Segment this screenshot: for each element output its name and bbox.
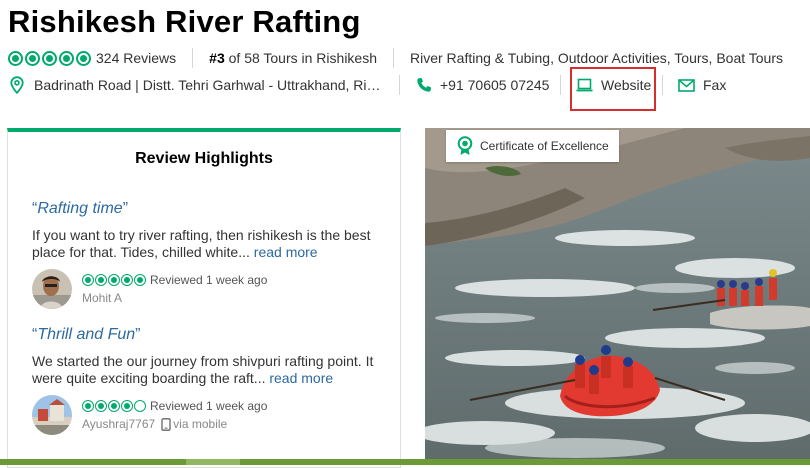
close-quote: ” [135, 326, 141, 343]
review-snippet: If you want to try river rafting, then r… [32, 227, 382, 261]
map-pin-icon [10, 76, 24, 94]
via-mobile-label: via mobile [173, 417, 228, 431]
bottom-bar [0, 459, 810, 465]
review-item: “Thrill and Fun” We started the our jour… [32, 326, 382, 435]
review-title: Thrill and Fun [37, 326, 136, 343]
fax-item[interactable]: Fax [678, 73, 726, 97]
ranking[interactable]: #3 of 58 Tours in Rishikesh [209, 50, 377, 66]
review-rating-line: Reviewed 1 week ago [82, 273, 267, 287]
review-rating-line: Reviewed 1 week ago [82, 399, 267, 413]
review-title-link[interactable]: “Thrill and Fun” [32, 326, 382, 344]
review-title: Rafting time [37, 200, 123, 217]
rating-bubble [121, 400, 133, 412]
avatar[interactable] [32, 395, 72, 435]
rating-bubble [8, 50, 23, 66]
review-item: “Rafting time” If you want to try river … [32, 200, 382, 309]
rating-bubble [76, 50, 91, 66]
mobile-icon [161, 417, 171, 431]
review-rating-bubbles [82, 400, 146, 412]
rating-bubble [121, 274, 133, 286]
rating-bubble-empty [134, 400, 146, 412]
divider [662, 75, 663, 95]
review-snippet: We started the our journey from shivpuri… [32, 353, 382, 387]
rating-bubble [42, 50, 57, 66]
rating-bubble [95, 400, 107, 412]
divider [560, 75, 561, 95]
divider [192, 48, 194, 68]
address-item[interactable]: Badrinath Road | Distt. Tehri Garhwal - … [10, 73, 381, 97]
website-highlight-box [570, 67, 656, 111]
certificate-label: Certificate of Excellence [480, 139, 609, 153]
address-text: Badrinath Road | Distt. Tehri Garhwal - … [34, 77, 381, 93]
reviewer-name-line: Mohit A [82, 291, 122, 305]
reviewer-meta: Reviewed 1 week ago Ayushraj7767 via mob… [32, 395, 382, 435]
bottom-bar-segment [186, 459, 240, 465]
envelope-icon [678, 78, 695, 92]
rating-bubble [59, 50, 74, 66]
reviewer-name-line: Ayushraj7767 via mobile [82, 417, 227, 431]
review-highlights-panel: Review Highlights “Rafting time” If you … [7, 128, 401, 468]
rating-bubbles[interactable] [8, 50, 91, 66]
review-highlights-heading: Review Highlights [135, 150, 273, 167]
reviewer-name[interactable]: Mohit A [82, 291, 122, 305]
rank-number: #3 [209, 50, 225, 66]
phone-number: +91 70605 07245 [440, 77, 550, 93]
review-title-link[interactable]: “Rafting time” [32, 200, 382, 218]
categories-link[interactable]: River Rafting & Tubing, Outdoor Activiti… [410, 50, 783, 66]
rank-text: of 58 Tours in Rishikesh [224, 50, 377, 66]
rating-bubble [108, 400, 120, 412]
rating-row: 324 Reviews #3 of 58 Tours in Rishikesh … [8, 48, 810, 68]
divider [393, 48, 394, 68]
review-date: Reviewed 1 week ago [150, 399, 268, 413]
award-icon [457, 136, 473, 155]
phone-item[interactable]: +91 70605 07245 [416, 73, 549, 97]
page-title: Rishikesh River Rafting [8, 4, 361, 39]
avatar[interactable] [32, 269, 72, 309]
phone-icon [417, 78, 431, 92]
contact-row: Badrinath Road | Distt. Tehri Garhwal - … [8, 73, 810, 97]
fax-label: Fax [703, 77, 727, 93]
hero-photo[interactable] [425, 128, 810, 465]
rating-bubble [134, 274, 146, 286]
certificate-badge[interactable]: Certificate of Excellence [446, 130, 619, 162]
divider [399, 75, 400, 95]
reviewer-name[interactable]: Ayushraj7767 [82, 417, 155, 431]
review-rating-bubbles [82, 274, 146, 286]
rating-bubble [95, 274, 107, 286]
review-date: Reviewed 1 week ago [150, 273, 268, 287]
rating-bubble [82, 400, 94, 412]
close-quote: ” [122, 200, 129, 217]
read-more-link[interactable]: read more [269, 370, 333, 386]
reviewer-meta: Reviewed 1 week ago Mohit A [32, 269, 382, 309]
read-more-link[interactable]: read more [254, 244, 318, 260]
rating-bubble [25, 50, 40, 66]
rating-bubble [108, 274, 120, 286]
reviews-count-link[interactable]: 324 Reviews [96, 50, 176, 66]
rating-bubble [82, 274, 94, 286]
review-text: If you want to try river rafting, then r… [32, 227, 371, 260]
